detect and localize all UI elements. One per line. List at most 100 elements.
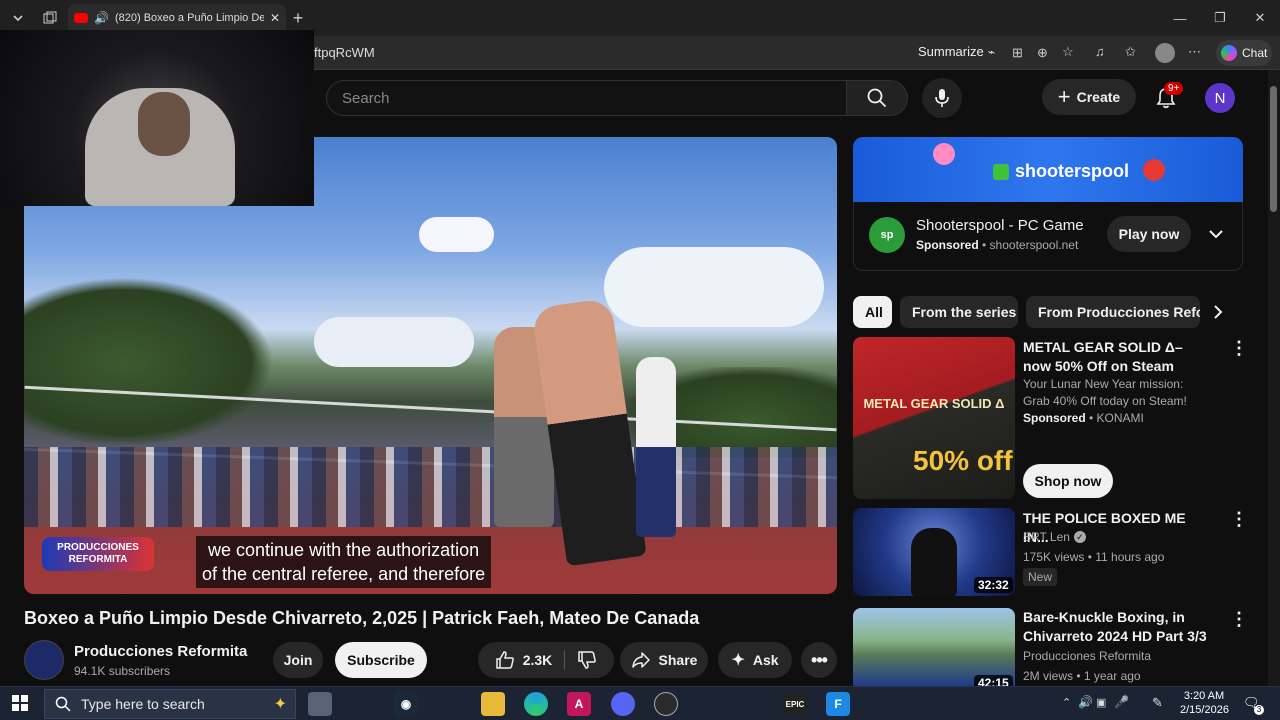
ad-sponsor-line: Sponsored • shooterspool.net: [916, 238, 1079, 252]
minimize-button[interactable]: —: [1170, 8, 1190, 28]
trees-shape: [24, 277, 274, 447]
thumbs-down-icon: [578, 651, 597, 669]
task-view-icon[interactable]: [308, 692, 332, 716]
maximize-button[interactable]: ❐: [1210, 8, 1230, 28]
channel-name[interactable]: Producciones Reformita: [74, 643, 247, 660]
like-count: 2.3K: [522, 652, 553, 668]
discord-icon[interactable]: [611, 692, 635, 716]
taskbar-search-placeholder: Type here to search: [81, 696, 205, 712]
volume-icon[interactable]: 🔊: [1078, 695, 1093, 709]
file-explorer-icon[interactable]: [481, 692, 505, 716]
related-channel[interactable]: SRT Len ✓: [1023, 530, 1086, 544]
voice-search-button[interactable]: [922, 78, 962, 118]
related-title[interactable]: METAL GEAR SOLID Δ– now 50% Off on Steam: [1023, 338, 1213, 376]
close-window-button[interactable]: ✕: [1250, 8, 1270, 28]
advertiser-logo-icon: sp: [869, 217, 905, 253]
url-text[interactable]: ftpqRcWM: [314, 45, 375, 60]
ad-banner-logo: shooterspool: [993, 161, 1129, 182]
chip-from-channel[interactable]: From Producciones Refor: [1026, 296, 1200, 328]
related-thumbnail[interactable]: METAL GEAR SOLID Δ 50% off: [853, 337, 1015, 499]
like-button[interactable]: 2.3K: [495, 650, 566, 670]
channel-avatar[interactable]: [24, 640, 64, 680]
taskbar-search-input[interactable]: Type here to search ✦: [44, 689, 296, 719]
phone-link-icon[interactable]: ▣: [1096, 696, 1106, 709]
cloud-shape: [314, 317, 474, 367]
pen-icon[interactable]: ✎: [1152, 695, 1163, 711]
summarize-button[interactable]: Summarize ⌁: [918, 44, 995, 59]
referee-figure: [636, 357, 676, 537]
related-title[interactable]: Bare-Knuckle Boxing, in Chivarreto 2024 …: [1023, 608, 1213, 646]
related-meta: 2M views • 1 year ago: [1023, 669, 1141, 683]
video-caption: we continue with the authorization of th…: [196, 536, 492, 588]
related-description: Your Lunar New Year mission: Grab 40% Of…: [1023, 377, 1187, 408]
tab-active[interactable]: 🔊 (820) Boxeo a Puño Limpio De ✕: [68, 4, 286, 32]
more-menu-icon[interactable]: ⋯: [1188, 44, 1201, 60]
shop-now-button[interactable]: Shop now: [1023, 464, 1113, 498]
join-button[interactable]: Join: [273, 642, 323, 678]
search-button[interactable]: [846, 80, 908, 116]
tab-close-icon[interactable]: ✕: [270, 11, 280, 25]
zoom-icon[interactable]: ⊕: [1037, 45, 1048, 61]
favorite-star-icon[interactable]: ☆: [1062, 44, 1074, 60]
favorites-icon[interactable]: ✩: [1125, 44, 1136, 60]
ad-banner-brand: shooterspool: [1015, 161, 1130, 181]
subscribe-label: Subscribe: [347, 652, 415, 668]
ad-card[interactable]: sp Shooterspool - PC Game Sponsored • sh…: [853, 202, 1243, 271]
apps-icon[interactable]: ⊞: [1012, 45, 1023, 61]
share-icon: [631, 652, 650, 668]
edge-browser-icon[interactable]: [524, 692, 548, 716]
play-now-button[interactable]: Play now: [1107, 216, 1191, 252]
chip-from-series[interactable]: From the series: [900, 296, 1018, 328]
person-face-shape: [138, 92, 190, 156]
thumbnail-discount: 50% off: [913, 445, 1013, 476]
speaker-icon[interactable]: 🔊: [94, 11, 109, 25]
acrobat-icon[interactable]: A: [567, 692, 591, 716]
dislike-button[interactable]: [565, 650, 597, 670]
ad-title[interactable]: Shooterspool - PC Game: [916, 217, 1084, 234]
ask-label: Ask: [752, 652, 779, 668]
workspaces-icon[interactable]: [40, 8, 60, 28]
more-vertical-icon[interactable]: ⋮: [1230, 339, 1248, 357]
taskbar-clock[interactable]: 3:20 AM 2/15/2026: [1180, 689, 1229, 717]
app-f-icon[interactable]: F: [826, 692, 850, 716]
shop-now-label: Shop now: [1034, 473, 1102, 489]
microphone-tray-icon[interactable]: 🎤: [1114, 695, 1129, 709]
subscribe-button[interactable]: Subscribe: [335, 642, 427, 678]
steam-icon[interactable]: ◉: [394, 692, 418, 716]
share-label: Share: [658, 652, 698, 668]
tab-list-chevron-icon[interactable]: [8, 8, 28, 28]
related-channel[interactable]: Producciones Reformita: [1023, 649, 1151, 663]
youtube-favicon-icon: [74, 13, 88, 23]
new-tab-button[interactable]: +: [288, 8, 308, 28]
more-actions-button[interactable]: •••: [801, 642, 837, 678]
more-horizontal-icon: •••: [811, 649, 828, 670]
account-avatar[interactable]: N: [1205, 83, 1235, 113]
ask-button[interactable]: ✦ Ask: [718, 642, 792, 678]
obs-icon[interactable]: [654, 692, 678, 716]
chip-all[interactable]: All: [853, 296, 892, 328]
create-button[interactable]: + Create: [1042, 79, 1136, 115]
chevron-right-icon[interactable]: [1212, 304, 1224, 325]
duration-badge: 32:32: [974, 577, 1013, 593]
search-input[interactable]: Search: [326, 80, 846, 116]
windows-start-icon[interactable]: [12, 695, 28, 716]
sparkle-icon: ✦: [273, 696, 287, 713]
crowd-shape: [24, 447, 837, 527]
copilot-chat-button[interactable]: Chat: [1216, 40, 1272, 66]
caption-line-1: we continue with the authorization: [208, 540, 480, 560]
sparkle-icon: ✦: [731, 652, 745, 669]
share-button[interactable]: Share: [620, 642, 708, 678]
related-sponsor-line: Sponsored • KONAMI: [1023, 411, 1144, 425]
epic-games-icon[interactable]: EPIC: [783, 692, 807, 716]
scrollbar-thumb[interactable]: [1270, 86, 1277, 212]
tray-chevron-icon[interactable]: ⌃: [1062, 696, 1071, 709]
advertiser-name: KONAMI: [1096, 411, 1144, 425]
more-vertical-icon[interactable]: ⋮: [1230, 610, 1248, 628]
more-vertical-icon[interactable]: ⋮: [1230, 510, 1248, 528]
expand-chevron-icon[interactable]: [1209, 226, 1223, 244]
profile-avatar[interactable]: [1155, 43, 1175, 63]
media-control-icon[interactable]: ♫: [1095, 44, 1105, 59]
webcam-overlay: [0, 30, 314, 206]
ad-banner-image[interactable]: shooterspool: [853, 137, 1243, 202]
related-meta: 175K views • 11 hours ago: [1023, 550, 1165, 564]
